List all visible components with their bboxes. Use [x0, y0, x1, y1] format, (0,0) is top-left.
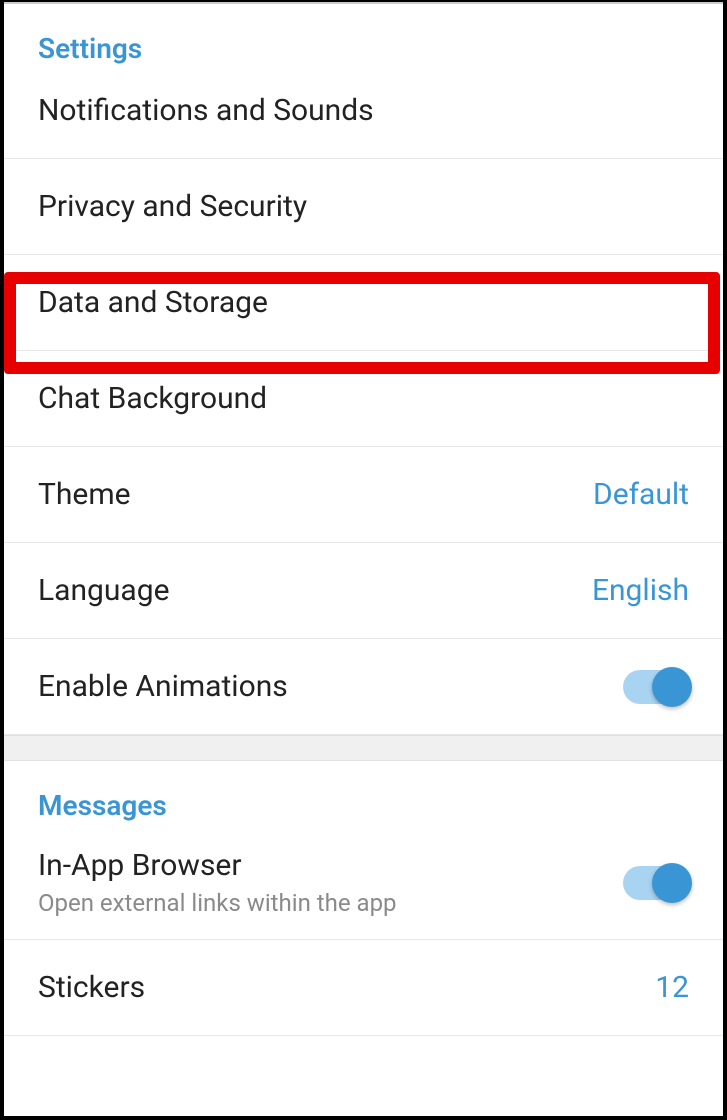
messages-item-sublabel: Open external links within the app: [38, 889, 397, 917]
enable-animations-toggle[interactable]: [623, 670, 689, 704]
settings-item-label: Language: [38, 573, 170, 608]
settings-item-value: Default: [593, 477, 689, 512]
settings-item-enable-animations[interactable]: Enable Animations: [4, 639, 723, 735]
settings-item-privacy[interactable]: Privacy and Security: [4, 159, 723, 255]
settings-item-label: Data and Storage: [38, 285, 268, 320]
settings-item-value: English: [592, 573, 689, 608]
messages-item-value: 12: [655, 970, 689, 1005]
in-app-browser-toggle[interactable]: [623, 866, 689, 900]
messages-item-stickers[interactable]: Stickers 12: [4, 940, 723, 1036]
settings-item-label: Notifications and Sounds: [38, 93, 374, 128]
settings-item-data-storage[interactable]: Data and Storage: [4, 255, 723, 351]
settings-item-label: Enable Animations: [38, 669, 288, 704]
settings-item-label: Privacy and Security: [38, 189, 307, 224]
settings-item-theme[interactable]: Theme Default: [4, 447, 723, 543]
settings-item-chat-background[interactable]: Chat Background: [4, 351, 723, 447]
messages-item-label: Stickers: [38, 970, 145, 1005]
settings-section-header: Settings: [4, 4, 723, 81]
settings-item-label: Theme: [38, 477, 131, 512]
settings-item-language[interactable]: Language English: [4, 543, 723, 639]
settings-item-label: Chat Background: [38, 381, 267, 416]
messages-item-label: In-App Browser: [38, 848, 397, 883]
toggle-knob-icon: [652, 667, 692, 707]
section-divider: [4, 735, 723, 761]
settings-screen: Settings Notifications and Sounds Privac…: [4, 2, 723, 1116]
messages-section-header: Messages: [4, 761, 723, 838]
toggle-knob-icon: [652, 863, 692, 903]
settings-item-notifications[interactable]: Notifications and Sounds: [4, 81, 723, 159]
messages-item-in-app-browser[interactable]: In-App Browser Open external links withi…: [4, 838, 723, 940]
